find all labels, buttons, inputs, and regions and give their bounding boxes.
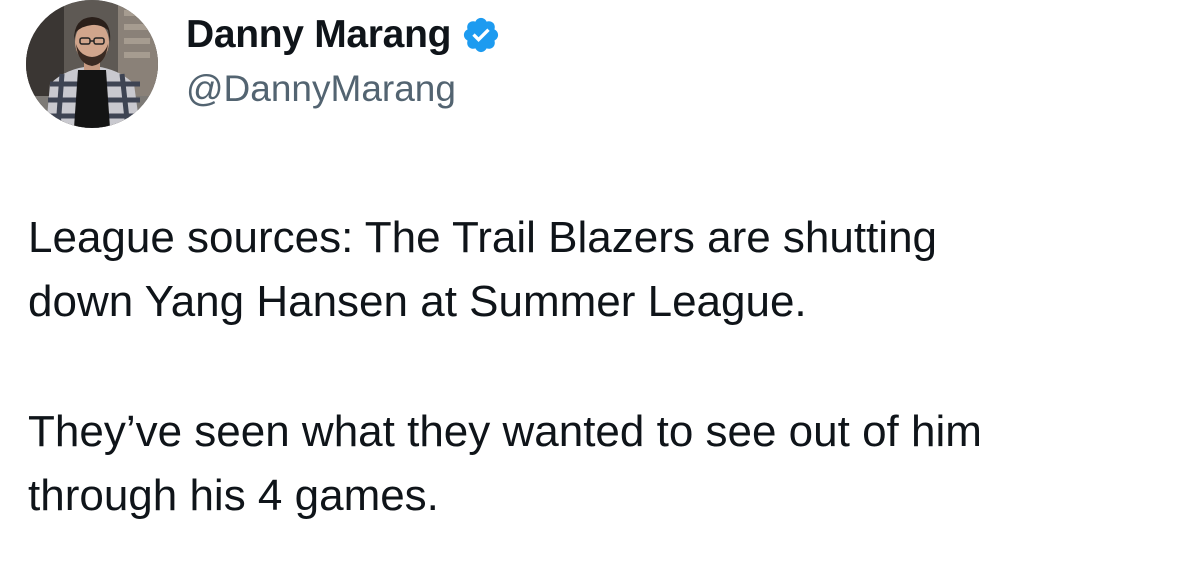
tweet-header: Danny Marang @DannyMarang bbox=[26, 0, 1126, 130]
verified-badge-icon bbox=[461, 15, 501, 55]
tweet-card: Danny Marang @DannyMarang League sources… bbox=[0, 0, 1179, 579]
tweet-paragraph-1: League sources: The Trail Blazers are sh… bbox=[28, 213, 938, 326]
tweet-paragraph-2: They’ve seen what they wanted to see out… bbox=[28, 407, 982, 520]
name-row: Danny Marang bbox=[186, 12, 501, 58]
author-display-name[interactable]: Danny Marang bbox=[186, 13, 451, 57]
author-handle[interactable]: @DannyMarang bbox=[186, 68, 501, 110]
tweet-text: League sources: The Trail Blazers are sh… bbox=[28, 206, 1158, 528]
author-avatar[interactable] bbox=[26, 0, 158, 128]
avatar-photo-icon bbox=[26, 0, 158, 128]
author-names: Danny Marang @DannyMarang bbox=[186, 12, 501, 110]
